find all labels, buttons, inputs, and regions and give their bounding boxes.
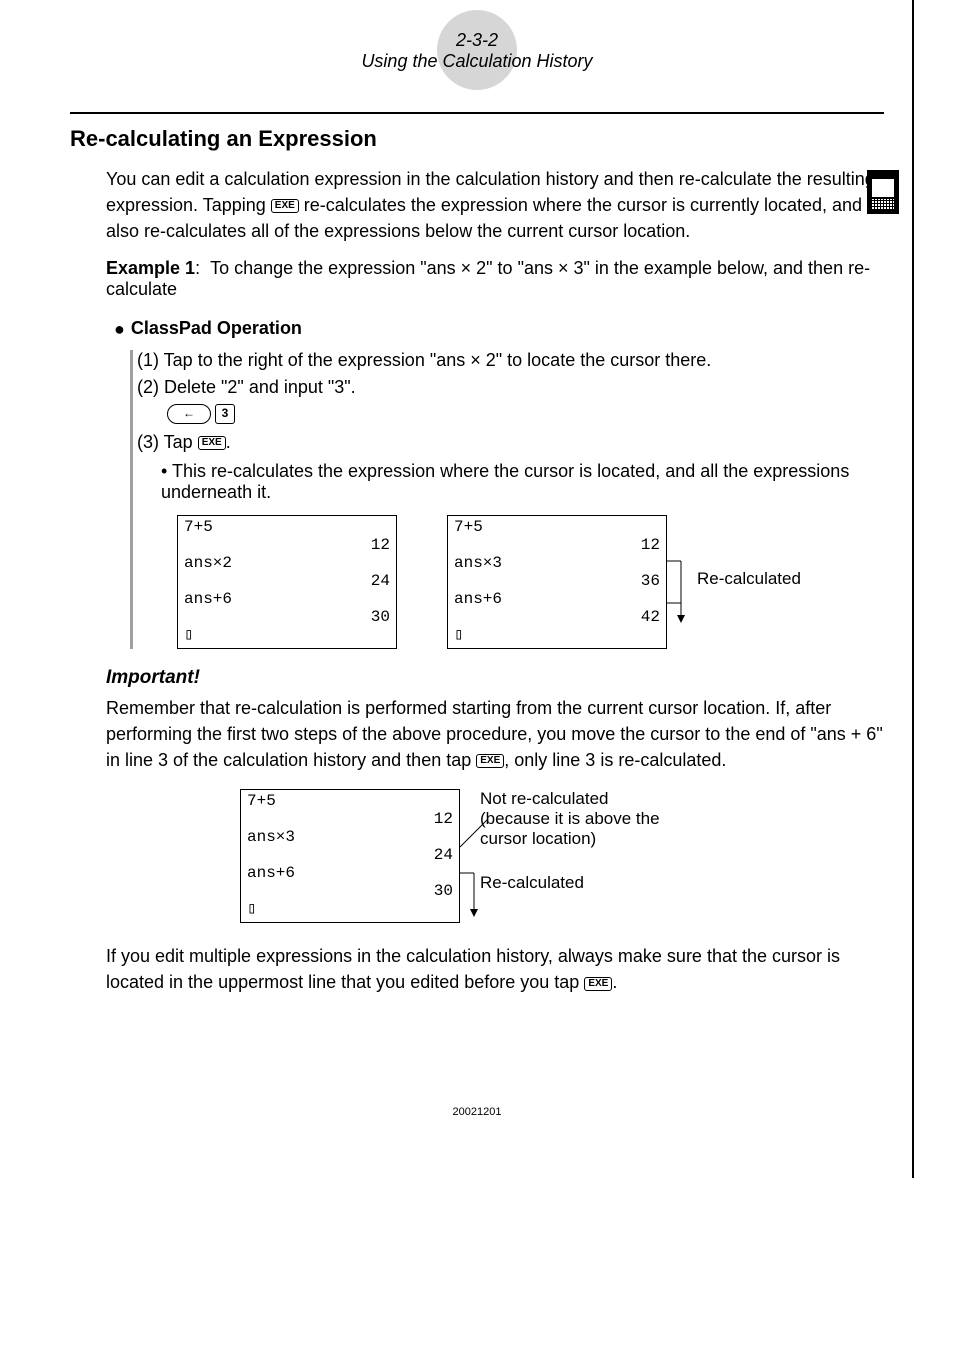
- calc-box-1: 7+5 12 ans×2 24 ans+6 30 ▯: [177, 515, 397, 649]
- not-recalc-b: (because it is above the cursor location…: [480, 809, 680, 849]
- calculator-keypad-icon: [872, 199, 894, 209]
- step-3: (3) Tap EXE.: [137, 432, 884, 453]
- exe-key-icon: EXE: [584, 977, 612, 991]
- calc-box-2: 7+5 12 ans×3 36 ans+6 42 ▯: [447, 515, 667, 649]
- not-recalc-a: Not re-calculated: [480, 789, 680, 809]
- page-right-border: [912, 0, 914, 1178]
- page-number: 2-3-2: [70, 30, 884, 51]
- calc3-res2: 24: [247, 846, 453, 864]
- calc3-line2: ans×3: [247, 828, 453, 846]
- important-paragraph: Remember that re-calculation is performe…: [106, 695, 884, 773]
- calc2-line2: ans×3: [454, 554, 660, 572]
- important-text-b: , only line 3 is re-calculated.: [504, 750, 726, 770]
- calc1-line2: ans×2: [184, 554, 390, 572]
- steps-block: (1) Tap to the right of the expression "…: [130, 350, 884, 649]
- calc1-res1: 12: [184, 536, 390, 554]
- step-3-b: .: [226, 432, 231, 452]
- recalc-annotation: Re-calculated: [697, 569, 837, 589]
- calc1-line1: 7+5: [184, 518, 390, 536]
- important-heading: Important!: [106, 667, 884, 689]
- spacer: [480, 849, 680, 873]
- calc2-cursor: ▯: [454, 626, 660, 644]
- example-label: Example 1: [106, 258, 195, 278]
- calc2-res2: 36: [454, 572, 660, 590]
- three-key-icon: 3: [215, 404, 235, 424]
- footer-code: 20021201: [70, 1106, 884, 1118]
- calculator-icon: [867, 170, 899, 214]
- page: 2-3-2 Using the Calculation History Re-c…: [0, 0, 954, 1178]
- calc2-res3: 42: [454, 608, 660, 626]
- calc-box-2-wrap: 7+5 12 ans×3 36 ans+6 42 ▯ Re-calculated: [447, 515, 667, 649]
- calc3-line3: ans+6: [247, 864, 453, 882]
- step-3-a: (3) Tap: [137, 432, 198, 452]
- step-1: (1) Tap to the right of the expression "…: [137, 350, 884, 371]
- calc3-res3: 30: [247, 882, 453, 900]
- figure-row-1: 7+5 12 ans×2 24 ans+6 30 ▯ 7+5 12 ans×3 …: [177, 515, 884, 649]
- step-note: • This re-calculates the expression wher…: [161, 461, 884, 503]
- calc2-line3: ans+6: [454, 590, 660, 608]
- calc1-res2: 24: [184, 572, 390, 590]
- recalc-annotation-2: Re-calculated: [480, 873, 680, 893]
- step-2: (2) Delete "2" and input "3".: [137, 377, 884, 398]
- closing-paragraph: If you edit multiple expressions in the …: [106, 943, 884, 995]
- exe-key-icon: EXE: [271, 199, 299, 213]
- closing-b: .: [612, 972, 617, 992]
- backspace-key-icon: ←: [167, 404, 211, 424]
- intro-paragraph: You can edit a calculation expression in…: [106, 166, 884, 244]
- calc2-res1: 12: [454, 536, 660, 554]
- exe-key-icon: EXE: [476, 754, 504, 768]
- operation-heading: ● ClassPad Operation: [114, 318, 884, 340]
- example-text: To change the expression "ans × 2" to "a…: [106, 258, 870, 299]
- calc-box-3: 7+5 12 ans×3 24 ans+6 30 ▯: [240, 789, 460, 923]
- calc-box-3-wrap: 7+5 12 ans×3 24 ans+6 30 ▯: [240, 789, 460, 923]
- calculator-screen-icon: [872, 179, 894, 197]
- calc1-res3: 30: [184, 608, 390, 626]
- calc3-cursor: ▯: [247, 900, 453, 918]
- calc3-res1: 12: [247, 810, 453, 828]
- section-rule: [70, 112, 884, 114]
- page-subtitle: Using the Calculation History: [70, 51, 884, 72]
- section-title: Re-calculating an Expression: [70, 126, 884, 152]
- figure-row-2: 7+5 12 ans×3 24 ans+6 30 ▯ Not re-calcul…: [240, 789, 884, 923]
- exe-key-icon: EXE: [198, 436, 226, 450]
- example-sep: :: [195, 258, 200, 278]
- operation-heading-text: ClassPad Operation: [131, 318, 302, 338]
- calc1-line3: ans+6: [184, 590, 390, 608]
- calc2-line1: 7+5: [454, 518, 660, 536]
- bullet-icon: ●: [114, 319, 125, 340]
- example-block: Example 1: To change the expression "ans…: [106, 258, 884, 300]
- page-header: 2-3-2 Using the Calculation History: [70, 30, 884, 72]
- key-row: ←3: [167, 404, 884, 424]
- closing-a: If you edit multiple expressions in the …: [106, 946, 840, 992]
- annotation-column: Not re-calculated (because it is above t…: [480, 789, 680, 893]
- calc1-cursor: ▯: [184, 626, 390, 644]
- calc3-line1: 7+5: [247, 792, 453, 810]
